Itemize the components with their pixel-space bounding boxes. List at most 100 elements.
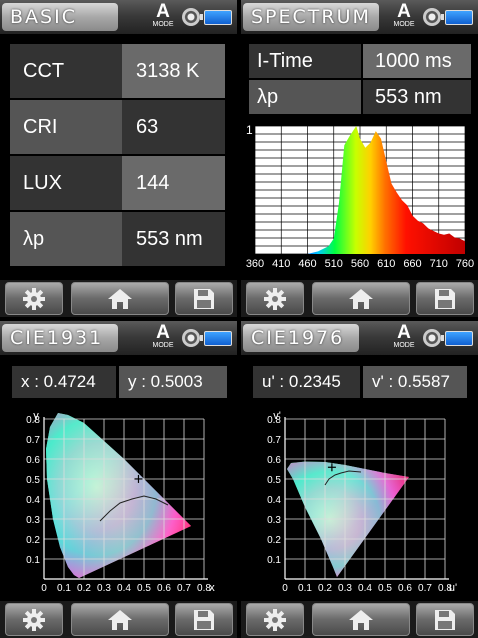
mode-button[interactable]: A MODE (148, 323, 178, 353)
home-icon (349, 288, 373, 309)
camera-icon[interactable] (423, 8, 441, 26)
cie-x-tick: 0.2 (318, 583, 332, 594)
spectrum-x-tick: 410 (272, 258, 290, 270)
lux-value: 144 (122, 156, 225, 210)
cie-x-tick: 0.4 (358, 583, 372, 594)
camera-icon[interactable] (182, 8, 200, 26)
mode-letter: A (156, 1, 170, 22)
spectrum-x-tick: 510 (325, 258, 343, 270)
cie-y-tick: 0.7 (26, 435, 40, 446)
cie-y-tick: 0.3 (267, 515, 281, 526)
cie1931-x-value: x : 0.4724 (12, 366, 116, 398)
cie-y-tick: 0.6 (26, 455, 40, 466)
cie-y-axis-label: v' (273, 410, 281, 422)
mode-button[interactable]: A MODE (389, 323, 419, 353)
save-floppy-icon (194, 609, 214, 630)
basic-title-tab[interactable]: BASIC (2, 3, 118, 31)
cie-y-tick: 0.4 (267, 495, 281, 506)
camera-icon[interactable] (182, 329, 200, 347)
cie1976-title-tab[interactable]: CIE1976 (243, 324, 359, 352)
cct-value: 3138 K (122, 44, 225, 98)
cri-label: CRI (10, 100, 122, 154)
cie-x-tick: 0.5 (137, 583, 151, 594)
battery-icon (200, 10, 232, 25)
cie-y-tick: 0.2 (26, 535, 40, 546)
cie-y-axis-label: y (33, 410, 39, 422)
cie-x-axis-label: u' (449, 582, 457, 594)
save-floppy-icon (435, 288, 455, 309)
settings-gear-icon (264, 287, 286, 310)
mode-label: MODE (152, 21, 174, 28)
spectrum-x-tick: 710 (430, 258, 448, 270)
cie-x-tick: 0.7 (177, 583, 191, 594)
cie1931-y-value: y : 0.5003 (119, 366, 227, 398)
spectrum-x-tick: 560 (351, 258, 369, 270)
home-button[interactable] (71, 603, 169, 636)
peak-wavelength-row: λp 553 nm (10, 212, 225, 266)
spectrum-peak-row: λp 553 nm (249, 80, 471, 114)
mode-letter: A (156, 322, 170, 343)
peak-wavelength-value: 553 nm (122, 212, 225, 266)
integration-time-value: 1000 ms (363, 44, 471, 78)
cie1931-title-tab[interactable]: CIE1931 (2, 324, 118, 352)
cie-x-tick: 0.6 (398, 583, 412, 594)
cie-x-tick: 0.6 (157, 583, 171, 594)
cie-x-tick: 0 (41, 583, 47, 594)
settings-gear-icon (264, 608, 286, 631)
spectrum-panel: SPECTRUM A MODE I-Time 1000 ms λp 553 nm (241, 0, 478, 317)
mode-letter: A (397, 322, 411, 343)
mode-button[interactable]: A MODE (389, 2, 419, 32)
home-icon (108, 288, 132, 309)
battery-icon (441, 331, 473, 346)
settings-gear-icon (23, 608, 45, 631)
basic-toolbar (0, 280, 237, 317)
mode-label: MODE (393, 21, 415, 28)
basic-panel: BASIC A MODE CCT 3138 K CRI 63 LUX 144 λ… (0, 0, 237, 317)
save-floppy-icon (194, 288, 214, 309)
lux-row: LUX 144 (10, 156, 225, 210)
spectrum-x-tick: 360 (246, 258, 264, 270)
cie-y-tick: 0.5 (267, 475, 281, 486)
battery-icon (200, 331, 232, 346)
cie-x-tick: 0.5 (378, 583, 392, 594)
settings-button[interactable] (5, 603, 63, 636)
spectrum-title-tab[interactable]: SPECTRUM (243, 3, 379, 31)
cie1931-chart: 0 0.1 0.2 0.3 0.4 0.5 0.6 0.7 0.80.80.70.60.50.4… (26, 410, 215, 594)
save-button[interactable] (175, 282, 233, 315)
cie1976-header: CIE1976 A MODE (241, 321, 478, 355)
save-button[interactable] (416, 282, 474, 315)
integration-time-label: I-Time (249, 44, 361, 78)
save-floppy-icon (435, 609, 455, 630)
settings-button[interactable] (246, 282, 304, 315)
cie-y-tick: 0.7 (267, 435, 281, 446)
cie-gamut-white-region (46, 413, 191, 578)
camera-icon[interactable] (423, 329, 441, 347)
mode-label: MODE (393, 342, 415, 349)
battery-icon (441, 10, 473, 25)
home-button[interactable] (71, 282, 169, 315)
spectrum-x-tick: 610 (377, 258, 395, 270)
mode-button[interactable]: A MODE (148, 2, 178, 32)
settings-button[interactable] (5, 282, 63, 315)
integration-time-row: I-Time 1000 ms (249, 44, 471, 78)
spectrum-peak-value: 553 nm (363, 80, 471, 114)
cie-x-tick: 0.3 (338, 583, 352, 594)
cie-x-tick: 0.3 (97, 583, 111, 594)
cie-x-tick: 0.2 (77, 583, 91, 594)
spectrum-y-max-label: 1 (246, 123, 253, 137)
spectrum-chart: 1 360 410 460 510 560 610 660 710 760 (246, 123, 474, 270)
spectrum-x-tick: 660 (403, 258, 421, 270)
lux-label: LUX (10, 156, 122, 210)
cie-x-tick: 0.7 (418, 583, 432, 594)
home-button[interactable] (312, 282, 410, 315)
settings-button[interactable] (246, 603, 304, 636)
cie1931-toolbar (0, 601, 237, 638)
cie-y-tick: 0.5 (26, 475, 40, 486)
spectrum-peak-label: λp (249, 80, 361, 114)
home-button[interactable] (312, 603, 410, 636)
spectrum-x-tick: 460 (298, 258, 316, 270)
save-button[interactable] (416, 603, 474, 636)
cie-y-tick: 0.3 (26, 515, 40, 526)
cie1976-chart: 0 0.1 0.2 0.3 0.4 0.5 0.6 0.7 0.80.80.70.60.50.4… (267, 410, 457, 594)
save-button[interactable] (175, 603, 233, 636)
